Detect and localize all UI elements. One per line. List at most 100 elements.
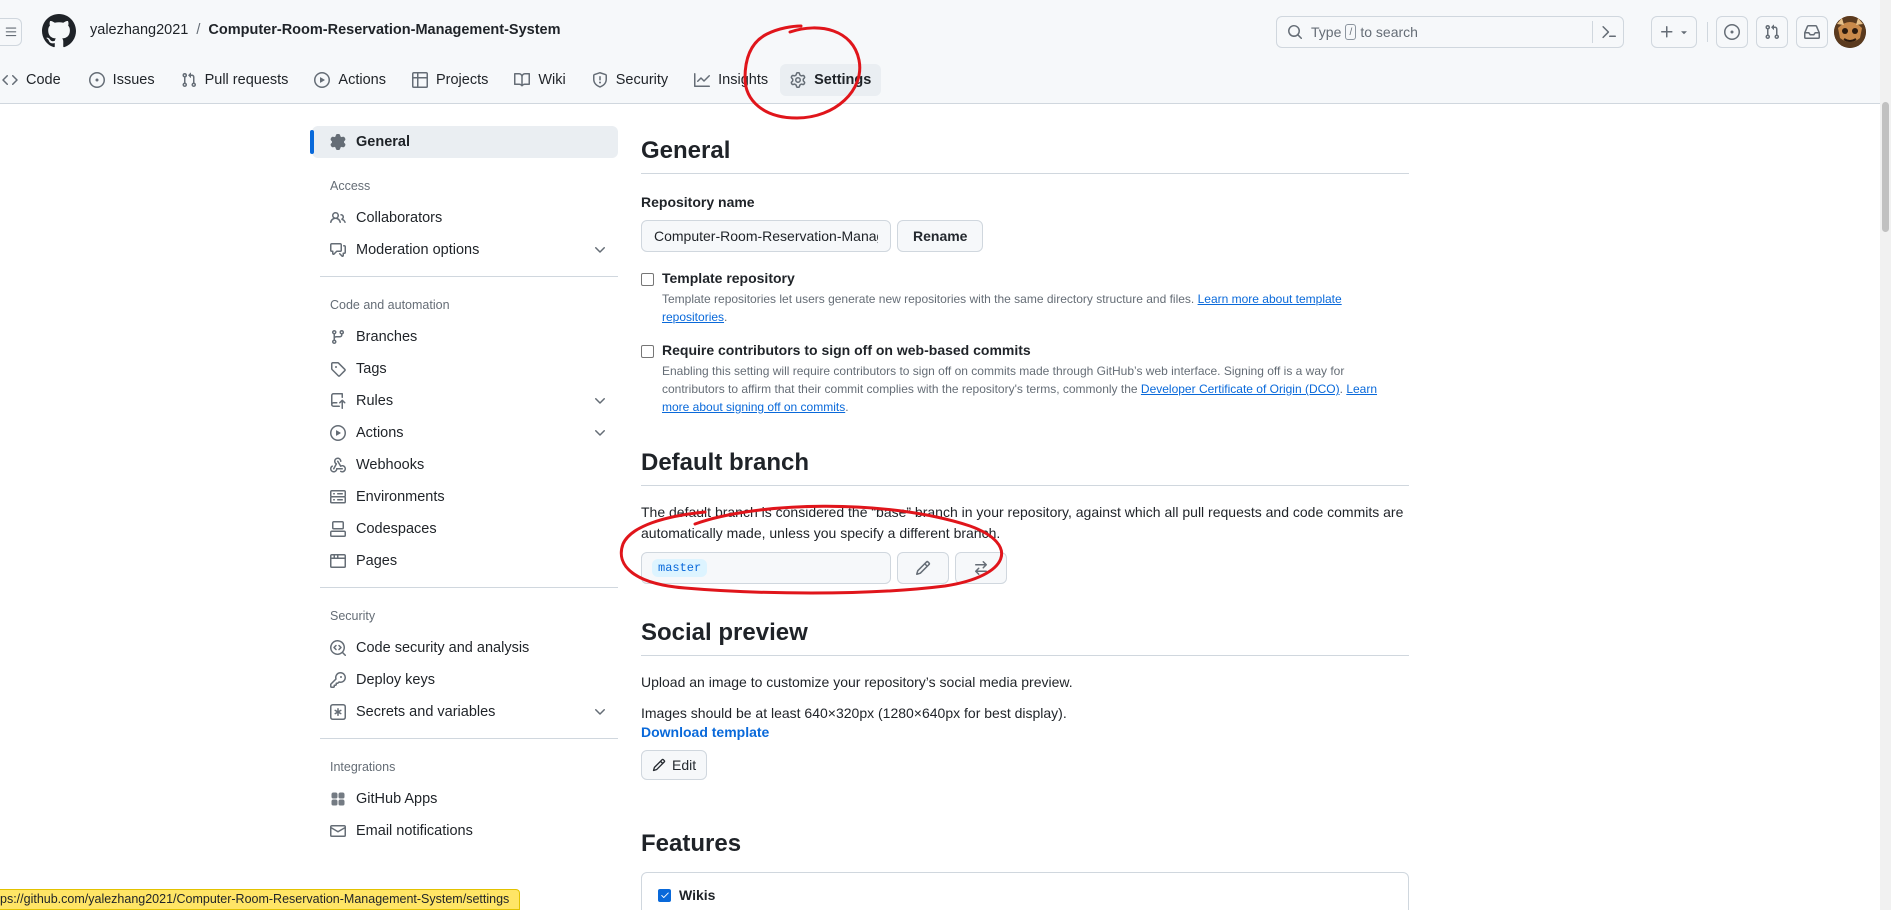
github-logo-icon[interactable] xyxy=(42,14,76,48)
default-branch-field: master xyxy=(641,552,891,584)
sidebar-item-general[interactable]: General xyxy=(310,126,618,158)
command-palette-icon[interactable] xyxy=(1601,24,1617,40)
tab-label: Issues xyxy=(112,72,155,88)
sidebar-item-email-notifications[interactable]: Email notifications xyxy=(312,815,618,847)
sidebar-item-branches[interactable]: Branches xyxy=(312,321,618,353)
issue-opened-icon xyxy=(1724,24,1740,40)
sidebar-item-code-security[interactable]: Code security and analysis xyxy=(312,632,618,664)
tab-settings[interactable]: Settings xyxy=(780,64,882,96)
rename-branch-button[interactable] xyxy=(897,552,949,584)
default-branch-row: master xyxy=(641,552,1409,584)
tab-actions[interactable]: Actions xyxy=(304,64,396,96)
scrollbar-thumb[interactable] xyxy=(1882,102,1889,232)
sidebar-item-moderation-options[interactable]: Moderation options xyxy=(312,234,618,266)
menu-button[interactable] xyxy=(0,18,22,46)
issue-icon xyxy=(88,72,105,88)
tab-wiki[interactable]: Wiki xyxy=(504,64,575,96)
key-asterisk-icon xyxy=(330,704,346,720)
apps-icon xyxy=(331,792,345,806)
features-box: Wikis xyxy=(641,872,1409,910)
sidebar-item-label: Environments xyxy=(356,489,445,505)
sidebar-item-environments[interactable]: Environments xyxy=(312,481,618,513)
sidebar-item-actions[interactable]: Actions xyxy=(312,417,618,449)
repo-owner-link[interactable]: yalezhang2021 xyxy=(90,22,188,38)
breadcrumb-separator: / xyxy=(196,22,201,38)
sidebar-item-pages[interactable]: Pages xyxy=(312,545,618,577)
default-branch-heading: Default branch xyxy=(641,438,1409,486)
sidebar-item-github-apps[interactable]: GitHub Apps xyxy=(312,783,618,815)
book-icon xyxy=(514,72,531,87)
tab-issues[interactable]: Issues xyxy=(79,64,165,96)
sidebar-item-secrets-variables[interactable]: Secrets and variables xyxy=(312,696,618,728)
chevron-down-icon[interactable] xyxy=(592,704,608,720)
repo-header: yalezhang2021 / Computer-Room-Reservatio… xyxy=(0,0,1891,104)
sidebar-divider xyxy=(320,276,618,277)
chevron-down-icon[interactable] xyxy=(592,393,608,409)
search-input[interactable]: Type / to search xyxy=(1276,16,1624,48)
tab-insights[interactable]: Insights xyxy=(684,64,778,96)
tab-label: Code xyxy=(26,72,61,88)
arrow-switch-icon xyxy=(975,561,987,575)
tag-icon xyxy=(331,362,346,377)
play-icon xyxy=(330,425,346,441)
inbox-button[interactable] xyxy=(1796,16,1828,48)
sidebar-item-deploy-keys[interactable]: Deploy keys xyxy=(312,664,618,696)
comment-discussion-icon xyxy=(330,243,346,257)
repo-name-row: Rename xyxy=(641,220,1409,252)
branch-name-label: master xyxy=(652,559,708,577)
sidebar-item-tags[interactable]: Tags xyxy=(312,353,618,385)
sidebar-item-label: Rules xyxy=(356,393,394,409)
inbox-icon xyxy=(1804,25,1820,39)
signoff-checkbox[interactable] xyxy=(641,345,654,358)
wikis-label: Wikis xyxy=(679,887,716,903)
user-avatar[interactable] xyxy=(1834,16,1866,48)
signoff-desc: Enabling this setting will require contr… xyxy=(662,362,1392,416)
sidebar-item-label: Codespaces xyxy=(356,521,437,537)
search-icon xyxy=(1288,25,1303,40)
repo-name-input[interactable] xyxy=(641,220,891,252)
check-icon xyxy=(660,892,669,898)
browser-icon xyxy=(330,554,346,568)
sidebar-item-collaborators[interactable]: Collaborators xyxy=(312,202,618,234)
tab-pull-requests[interactable]: Pull requests xyxy=(171,64,299,96)
template-repo-checkbox[interactable] xyxy=(641,273,654,286)
page-scrollbar[interactable] xyxy=(1880,0,1891,910)
codescan-icon xyxy=(330,640,346,656)
social-preview-heading: Social preview xyxy=(641,608,1409,656)
sidebar-item-webhooks[interactable]: Webhooks xyxy=(312,449,618,481)
tab-label: Insights xyxy=(718,72,769,88)
tab-label: Actions xyxy=(338,72,386,88)
shield-icon xyxy=(592,72,607,88)
plus-icon xyxy=(1660,26,1672,38)
issues-button[interactable] xyxy=(1716,16,1748,48)
rename-button[interactable]: Rename xyxy=(897,220,984,252)
edit-social-preview-button[interactable]: Edit xyxy=(641,750,708,780)
tab-code[interactable]: Code xyxy=(0,64,71,96)
signoff-desc-end: . xyxy=(845,400,849,414)
create-new-button[interactable] xyxy=(1651,16,1697,48)
tab-label: Projects xyxy=(435,72,489,88)
wikis-checkbox[interactable] xyxy=(658,888,671,902)
tab-projects[interactable]: Projects xyxy=(402,64,498,96)
sidebar-item-label: Moderation options xyxy=(356,242,480,258)
sidebar-item-rules[interactable]: Rules xyxy=(312,385,618,417)
repo-name-link[interactable]: Computer-Room-Reservation-Management-Sys… xyxy=(208,22,560,38)
dco-link[interactable]: Developer Certificate of Origin (DCO) xyxy=(1141,382,1340,396)
sidebar-group-code-automation: Code and automation xyxy=(330,298,450,312)
server-icon xyxy=(330,490,346,504)
sidebar-item-label: Code security and analysis xyxy=(356,640,530,656)
download-template-link[interactable]: Download template xyxy=(641,724,1409,740)
default-branch-desc: The default branch is considered the “ba… xyxy=(641,504,1404,541)
gear-icon xyxy=(330,134,346,150)
search-placeholder-suffix: to search xyxy=(1360,24,1418,40)
repo-nav-tabs: Code Issues Pull requests Actions Projec… xyxy=(0,64,882,104)
tab-security[interactable]: Security xyxy=(582,64,678,96)
chevron-down-icon[interactable] xyxy=(592,425,608,441)
sidebar-item-codespaces[interactable]: Codespaces xyxy=(312,513,618,545)
chevron-down-icon[interactable] xyxy=(592,242,608,258)
pull-requests-button[interactable] xyxy=(1756,16,1788,48)
switch-branch-button[interactable] xyxy=(955,552,1007,584)
general-heading: General xyxy=(641,126,1409,174)
template-repo-desc: Template repositories let users generate… xyxy=(662,290,1409,326)
edit-button-label: Edit xyxy=(672,757,697,773)
